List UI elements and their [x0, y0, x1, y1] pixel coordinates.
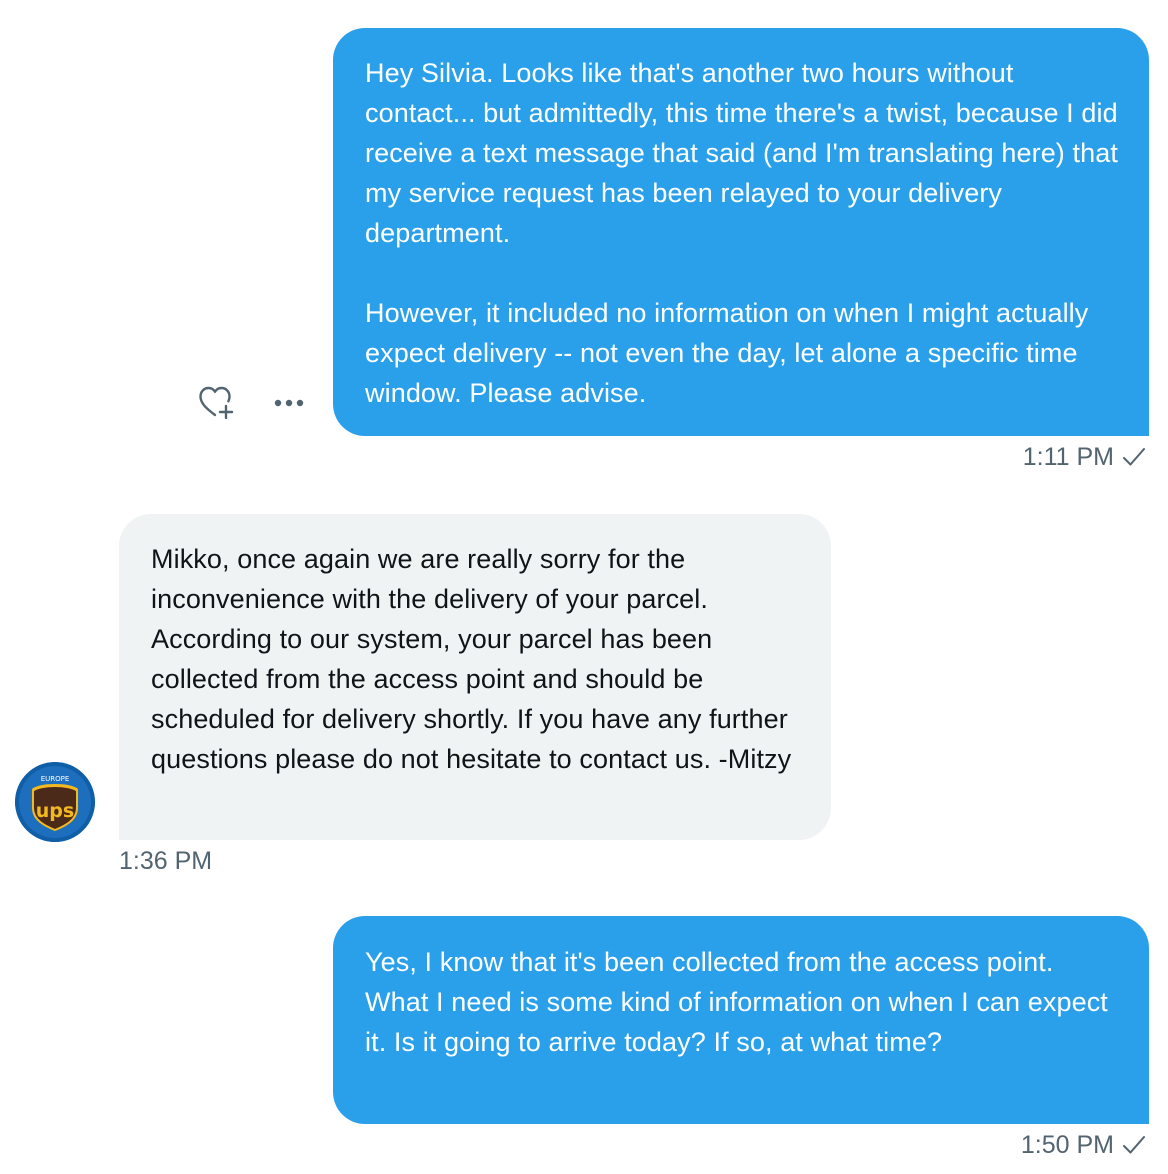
- message-timestamp: 1:11 PM: [1023, 442, 1146, 472]
- logo-text: ups: [36, 800, 74, 822]
- message-timestamp: 1:50 PM: [1021, 1130, 1146, 1160]
- timestamp-text: 1:11 PM: [1022, 443, 1114, 471]
- avatar[interactable]: ups EUROPE: [15, 762, 95, 842]
- check-icon: [1123, 1136, 1145, 1154]
- outgoing-message-bubble[interactable]: Yes, I know that it's been collected fro…: [333, 916, 1149, 1124]
- outgoing-message-bubble[interactable]: Hey Silvia. Looks like that's another tw…: [333, 28, 1149, 436]
- heart-plus-icon[interactable]: [198, 384, 234, 420]
- timestamp-text: 1:50 PM: [1020, 1131, 1114, 1159]
- more-dots-icon[interactable]: [272, 389, 306, 415]
- incoming-message-bubble[interactable]: Mikko, once again we are really sorry fo…: [119, 514, 831, 840]
- timestamp-text: 1:36 PM: [119, 847, 213, 875]
- logo-region-text: EUROPE: [41, 775, 70, 783]
- message-timestamp: 1:36 PM: [119, 846, 212, 876]
- check-icon: [1123, 448, 1145, 466]
- ups-logo-icon: ups EUROPE: [15, 762, 95, 842]
